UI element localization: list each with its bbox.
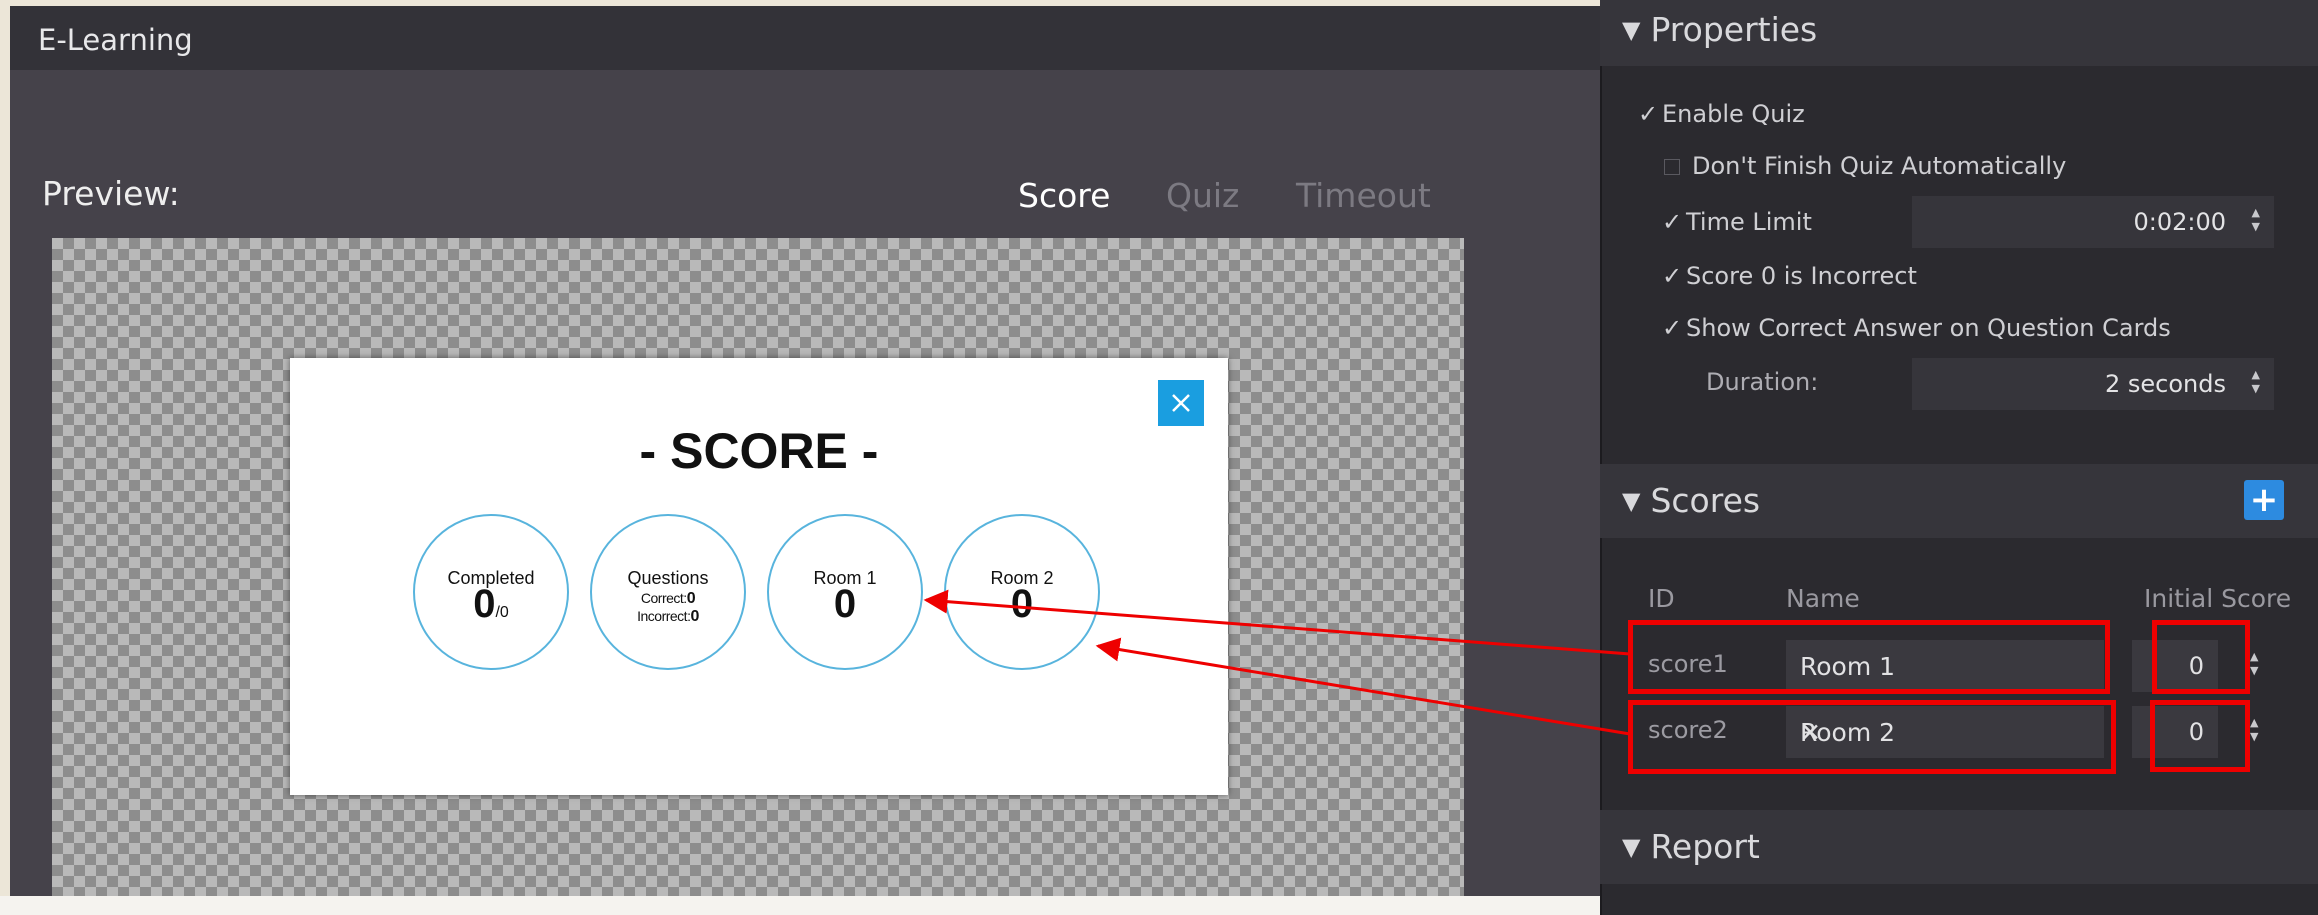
arrow-to-room2 <box>1095 637 1631 736</box>
arrow-to-room1 <box>923 589 1631 656</box>
annotation-arrows <box>923 589 1631 736</box>
